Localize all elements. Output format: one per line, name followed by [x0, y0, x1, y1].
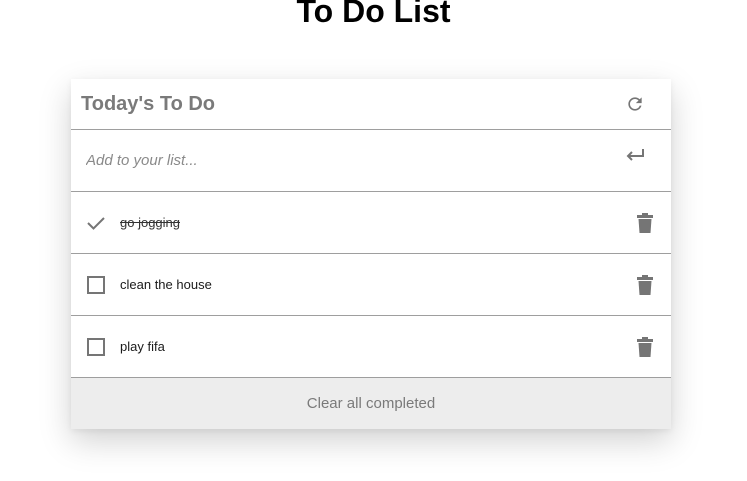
refresh-icon [628, 97, 642, 111]
add-todo-input[interactable] [71, 130, 591, 191]
trash-icon [637, 275, 653, 295]
checkmark-icon [87, 217, 105, 230]
todo-text: clean the house [120, 277, 212, 292]
todo-text: go jogging [120, 215, 180, 230]
clear-completed-button[interactable]: Clear all completed [307, 395, 435, 413]
checkbox-empty-icon [87, 276, 105, 294]
todo-item: clean the house [71, 254, 671, 316]
enter-arrow-icon [626, 149, 644, 161]
add-todo-row [71, 130, 671, 192]
card-header: Today's To Do [71, 79, 671, 130]
checkbox-empty-icon [87, 338, 105, 356]
delete-button[interactable] [637, 275, 653, 295]
todo-checkbox[interactable] [87, 338, 105, 356]
card-footer: Clear all completed [71, 378, 671, 429]
todo-item: play fifa [71, 316, 671, 378]
card-title: Today's To Do [81, 93, 216, 115]
add-todo-button[interactable] [623, 146, 647, 166]
delete-button[interactable] [637, 213, 653, 233]
delete-button[interactable] [637, 337, 653, 357]
todo-text: play fifa [120, 339, 165, 354]
todo-item: go jogging [71, 192, 671, 254]
page-title: To Do List [296, 0, 451, 29]
todo-checkbox[interactable] [87, 276, 105, 294]
trash-icon [637, 213, 653, 233]
todo-checkbox[interactable] [87, 214, 105, 232]
refresh-button[interactable] [625, 94, 645, 114]
todo-card: Today's To Do go jogging [71, 79, 671, 429]
todo-list: go jogging clean the house play fifa [71, 192, 671, 378]
trash-icon [637, 337, 653, 357]
